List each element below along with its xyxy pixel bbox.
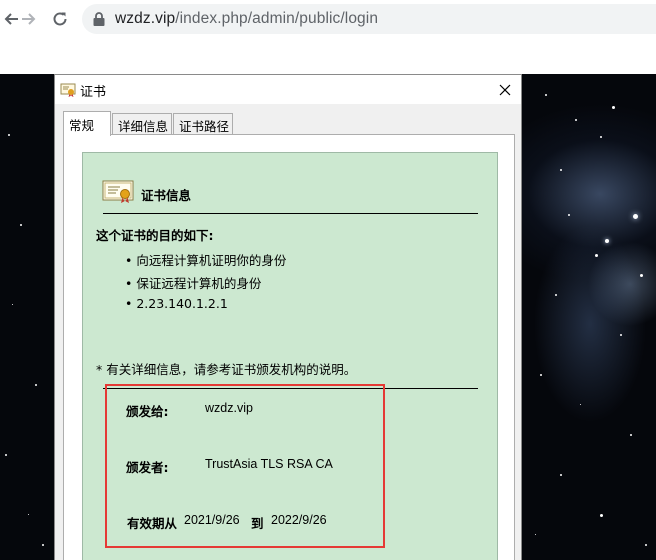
certificate-info-box: 证书信息 这个证书的目的如下: • 向远程计算机证明你的身份 • 保证远程计算机… [82, 152, 498, 560]
tab-details[interactable]: 详细信息 [112, 113, 172, 135]
arrow-right-icon [22, 13, 36, 25]
general-tab-panel: 证书信息 这个证书的目的如下: • 向远程计算机证明你的身份 • 保证远程计算机… [63, 134, 515, 560]
certificate-info-heading: 证书信息 [141, 188, 192, 203]
reload-button[interactable] [49, 8, 71, 30]
close-icon [499, 84, 511, 96]
divider-bottom [103, 388, 478, 389]
forward-button[interactable] [17, 8, 39, 30]
dialog-title: 证书 [80, 85, 107, 100]
url-text[interactable]: wzdz.vip/index.php/admin/public/login [115, 10, 378, 28]
address-bar[interactable]: wzdz.vip/index.php/admin/public/login [82, 4, 656, 34]
purpose-item: • 向远程计算机证明你的身份 [125, 253, 287, 268]
url-host: wzdz.vip [115, 10, 176, 27]
purpose-item: • 2.23.140.1.2.1 [125, 296, 228, 311]
lock-icon[interactable] [92, 11, 106, 27]
tab-general[interactable]: 常规 [63, 111, 111, 136]
close-button[interactable] [491, 78, 519, 102]
divider-top [103, 213, 478, 214]
dialog-titlebar[interactable]: 证书 [55, 75, 521, 104]
certificate-icon [60, 83, 76, 97]
certificate-info-icon [102, 180, 134, 203]
browser-toolbar: wzdz.vip/index.php/admin/public/login [0, 0, 656, 38]
valid-to-value: 2022/9/26 [271, 513, 327, 527]
issued-by-label: 颁发者: [126, 460, 169, 475]
page-top-strip [0, 38, 656, 74]
info-note: * 有关详细信息，请参考证书颁发机构的说明。 [96, 362, 357, 377]
tab-certification-path[interactable]: 证书路径 [173, 113, 233, 135]
purpose-title: 这个证书的目的如下: [96, 228, 214, 243]
issued-by-value: TrustAsia TLS RSA CA [205, 457, 333, 471]
reload-icon [53, 12, 67, 26]
purpose-item: • 保证远程计算机的身份 [125, 276, 262, 291]
issued-to-value: wzdz.vip [205, 401, 253, 415]
url-path: /index.php/admin/public/login [175, 10, 379, 27]
valid-to-label: 到 [251, 516, 264, 531]
valid-from-label: 有效期从 [127, 516, 178, 531]
valid-from-value: 2021/9/26 [184, 513, 240, 527]
issued-to-label: 颁发给: [126, 404, 169, 419]
certificate-dialog: 证书 常规 详细信息 证书路径 证书信息 这个证书的目的如下: • 向远程计算机… [54, 74, 522, 560]
